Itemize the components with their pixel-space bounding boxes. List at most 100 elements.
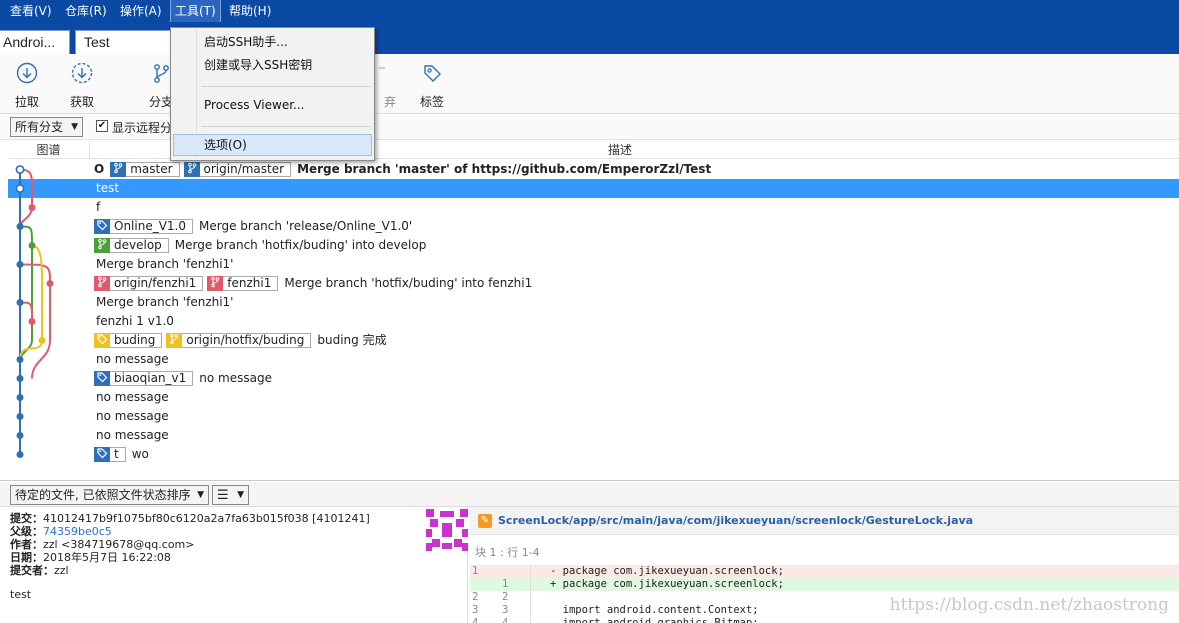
tag-badge[interactable]: Online_V1.0 (94, 218, 193, 234)
branch-badge[interactable]: origin/fenzhi1 (94, 275, 204, 291)
tag-icon (94, 332, 110, 348)
commit-row[interactable]: f (8, 198, 1179, 217)
ref-name: t (114, 447, 119, 461)
commit-node[interactable] (16, 413, 24, 420)
commit-message: Merge branch 'fenzhi1' (96, 257, 234, 271)
watermark: https://blog.csdn.net/zhaostrong (889, 595, 1169, 615)
commit-row[interactable]: Online_V1.0 Merge branch 'release/Online_… (8, 217, 1179, 236)
branch-filter-value: 所有分支 (15, 120, 64, 134)
branch-badge[interactable]: fenzhi1 (207, 275, 279, 291)
commit-node[interactable] (28, 204, 36, 211)
commit-node[interactable] (38, 337, 46, 344)
diff-gutter (530, 604, 531, 617)
fetch-label: 获取 (69, 95, 94, 109)
commit-node[interactable] (15, 184, 25, 193)
menu-item-create-ssh-key[interactable]: 创建或导入SSH密钥 (173, 54, 372, 76)
new-line-number: 2 (502, 591, 509, 603)
list-icon: ☰ (217, 488, 229, 503)
tab-android[interactable]: Androi... (0, 30, 70, 54)
graph-lane-feature (19, 168, 33, 227)
commit-node[interactable] (15, 165, 25, 174)
tab-test[interactable]: Test (75, 30, 173, 54)
file-sort-select[interactable]: 待定的文件, 已依照文件状态排序 ▼ (10, 485, 209, 505)
commit-row[interactable]: t wo (8, 445, 1179, 464)
branch-badge[interactable]: origin/master (183, 161, 292, 177)
fetch-button[interactable]: 获取 (60, 62, 104, 110)
diff-file-header: ✎ ScreenLock/app/src/main/java/com/jikex… (470, 507, 1179, 535)
commit-row[interactable]: test (8, 179, 1179, 198)
commit-row[interactable]: buding origin/hotfix/buding buding 完成 (8, 331, 1179, 350)
branch-badge[interactable]: origin/hotfix/buding (166, 332, 312, 348)
file-status-bar: 待定的文件, 已依照文件状态排序 ▼ ☰ ▼ (0, 482, 1179, 507)
panel-divider[interactable] (0, 480, 1179, 481)
commit-node[interactable] (16, 432, 24, 439)
commit-row[interactable]: fenzhi 1 v1.0 (8, 312, 1179, 331)
branch-icon (166, 332, 183, 348)
commit-node[interactable] (28, 318, 36, 325)
branch-filter-select[interactable]: 所有分支 ▼ (10, 117, 83, 137)
commit-row[interactable]: no message (8, 388, 1179, 407)
menu-item-options[interactable]: 选项(O) (173, 134, 372, 156)
menu-view[interactable]: 查看(V) (6, 0, 56, 22)
commit-node[interactable] (46, 280, 54, 287)
new-line-number: 3 (502, 604, 509, 616)
file-sort-value: 待定的文件, 已依照文件状态排序 (15, 488, 191, 502)
branch-badge[interactable]: master (110, 161, 180, 177)
view-mode-select[interactable]: ☰ ▼ (212, 485, 249, 505)
diff-line[interactable]: 1 - package com.jikexueyuan.screenlock; (470, 565, 1179, 578)
diff-line[interactable]: 4 4 import android.graphics.Bitmap; (470, 617, 1179, 623)
ref-name: develop (114, 238, 162, 252)
old-line-number: 3 (472, 604, 479, 616)
tag-badge[interactable]: biaoqian_v1 (94, 370, 194, 386)
commit-description: no message (94, 388, 169, 407)
old-line-number: 4 (472, 617, 479, 623)
diff-line[interactable]: 1 + package com.jikexueyuan.screenlock; (470, 578, 1179, 591)
commit-node[interactable] (16, 299, 24, 306)
menu-bar: 查看(V) 仓库(R) 操作(A) 工具(T) 帮助(H) (0, 0, 1179, 23)
commit-node[interactable] (16, 223, 24, 230)
menu-tools[interactable]: 工具(T) (170, 0, 221, 23)
commit-row[interactable]: Merge branch 'fenzhi1' (8, 293, 1179, 312)
commit-row[interactable]: develop Merge branch 'hotfix/buding' into… (8, 236, 1179, 255)
commit-node[interactable] (16, 451, 24, 458)
branch-badge[interactable]: develop (94, 237, 169, 253)
tag-badge[interactable]: buding (94, 332, 163, 348)
commit-row[interactable]: Omaster origin/master Merge branch 'master… (8, 160, 1179, 179)
tag-label: 标签 (419, 95, 444, 109)
commit-node[interactable] (16, 356, 24, 363)
menu-help[interactable]: 帮助(H) (225, 0, 275, 22)
menu-actions[interactable]: 操作(A) (116, 0, 166, 22)
committer-value: zzl (54, 564, 69, 577)
commit-message: Merge branch 'hotfix/buding' into develo… (174, 238, 427, 252)
commit-row[interactable]: no message (8, 350, 1179, 369)
commit-row[interactable]: no message (8, 426, 1179, 445)
commit-description: develop Merge branch 'hotfix/buding' into… (94, 236, 426, 255)
commit-details-panel: 提交：41012417b9f1075bf80c6120a2a7fa63b015f… (0, 507, 468, 623)
commit-node[interactable] (16, 261, 24, 268)
commit-node[interactable] (16, 375, 24, 382)
menu-repository[interactable]: 仓库(R) (61, 0, 111, 22)
show-remote-checkbox[interactable]: ✔ (96, 120, 108, 132)
tag-badge[interactable]: t (94, 446, 126, 462)
ref-name: master (130, 162, 173, 176)
commit-message: test (10, 588, 32, 601)
chevron-down-icon: ▼ (71, 122, 78, 132)
commit-description: no message (94, 407, 169, 426)
branch-icon (183, 161, 200, 177)
commit-message: Merge branch 'release/Online_V1.0' (199, 219, 413, 233)
menu-item-process-viewer[interactable]: Process Viewer... (173, 94, 372, 116)
commit-message: Merge branch 'master' of https://github.… (297, 162, 712, 176)
commit-node[interactable] (16, 394, 24, 401)
commit-description: f (94, 198, 100, 217)
commit-row[interactable]: Merge branch 'fenzhi1' (8, 255, 1179, 274)
column-graph-header[interactable]: 图谱 (8, 141, 90, 159)
column-description-header[interactable]: 描述 (608, 141, 632, 159)
menu-item-start-ssh-agent[interactable]: 启动SSH助手... (173, 31, 372, 53)
commit-row[interactable]: biaoqian_v1 no message (8, 369, 1179, 388)
pull-button[interactable]: 拉取 (5, 62, 49, 110)
ref-name: origin/hotfix/buding (186, 333, 305, 347)
commit-row[interactable]: no message (8, 407, 1179, 426)
tag-button[interactable]: 标签 (410, 62, 454, 110)
commit-row[interactable]: origin/fenzhi1 fenzhi1 Merge branch 'hotfi… (8, 274, 1179, 293)
commit-node[interactable] (28, 242, 36, 249)
